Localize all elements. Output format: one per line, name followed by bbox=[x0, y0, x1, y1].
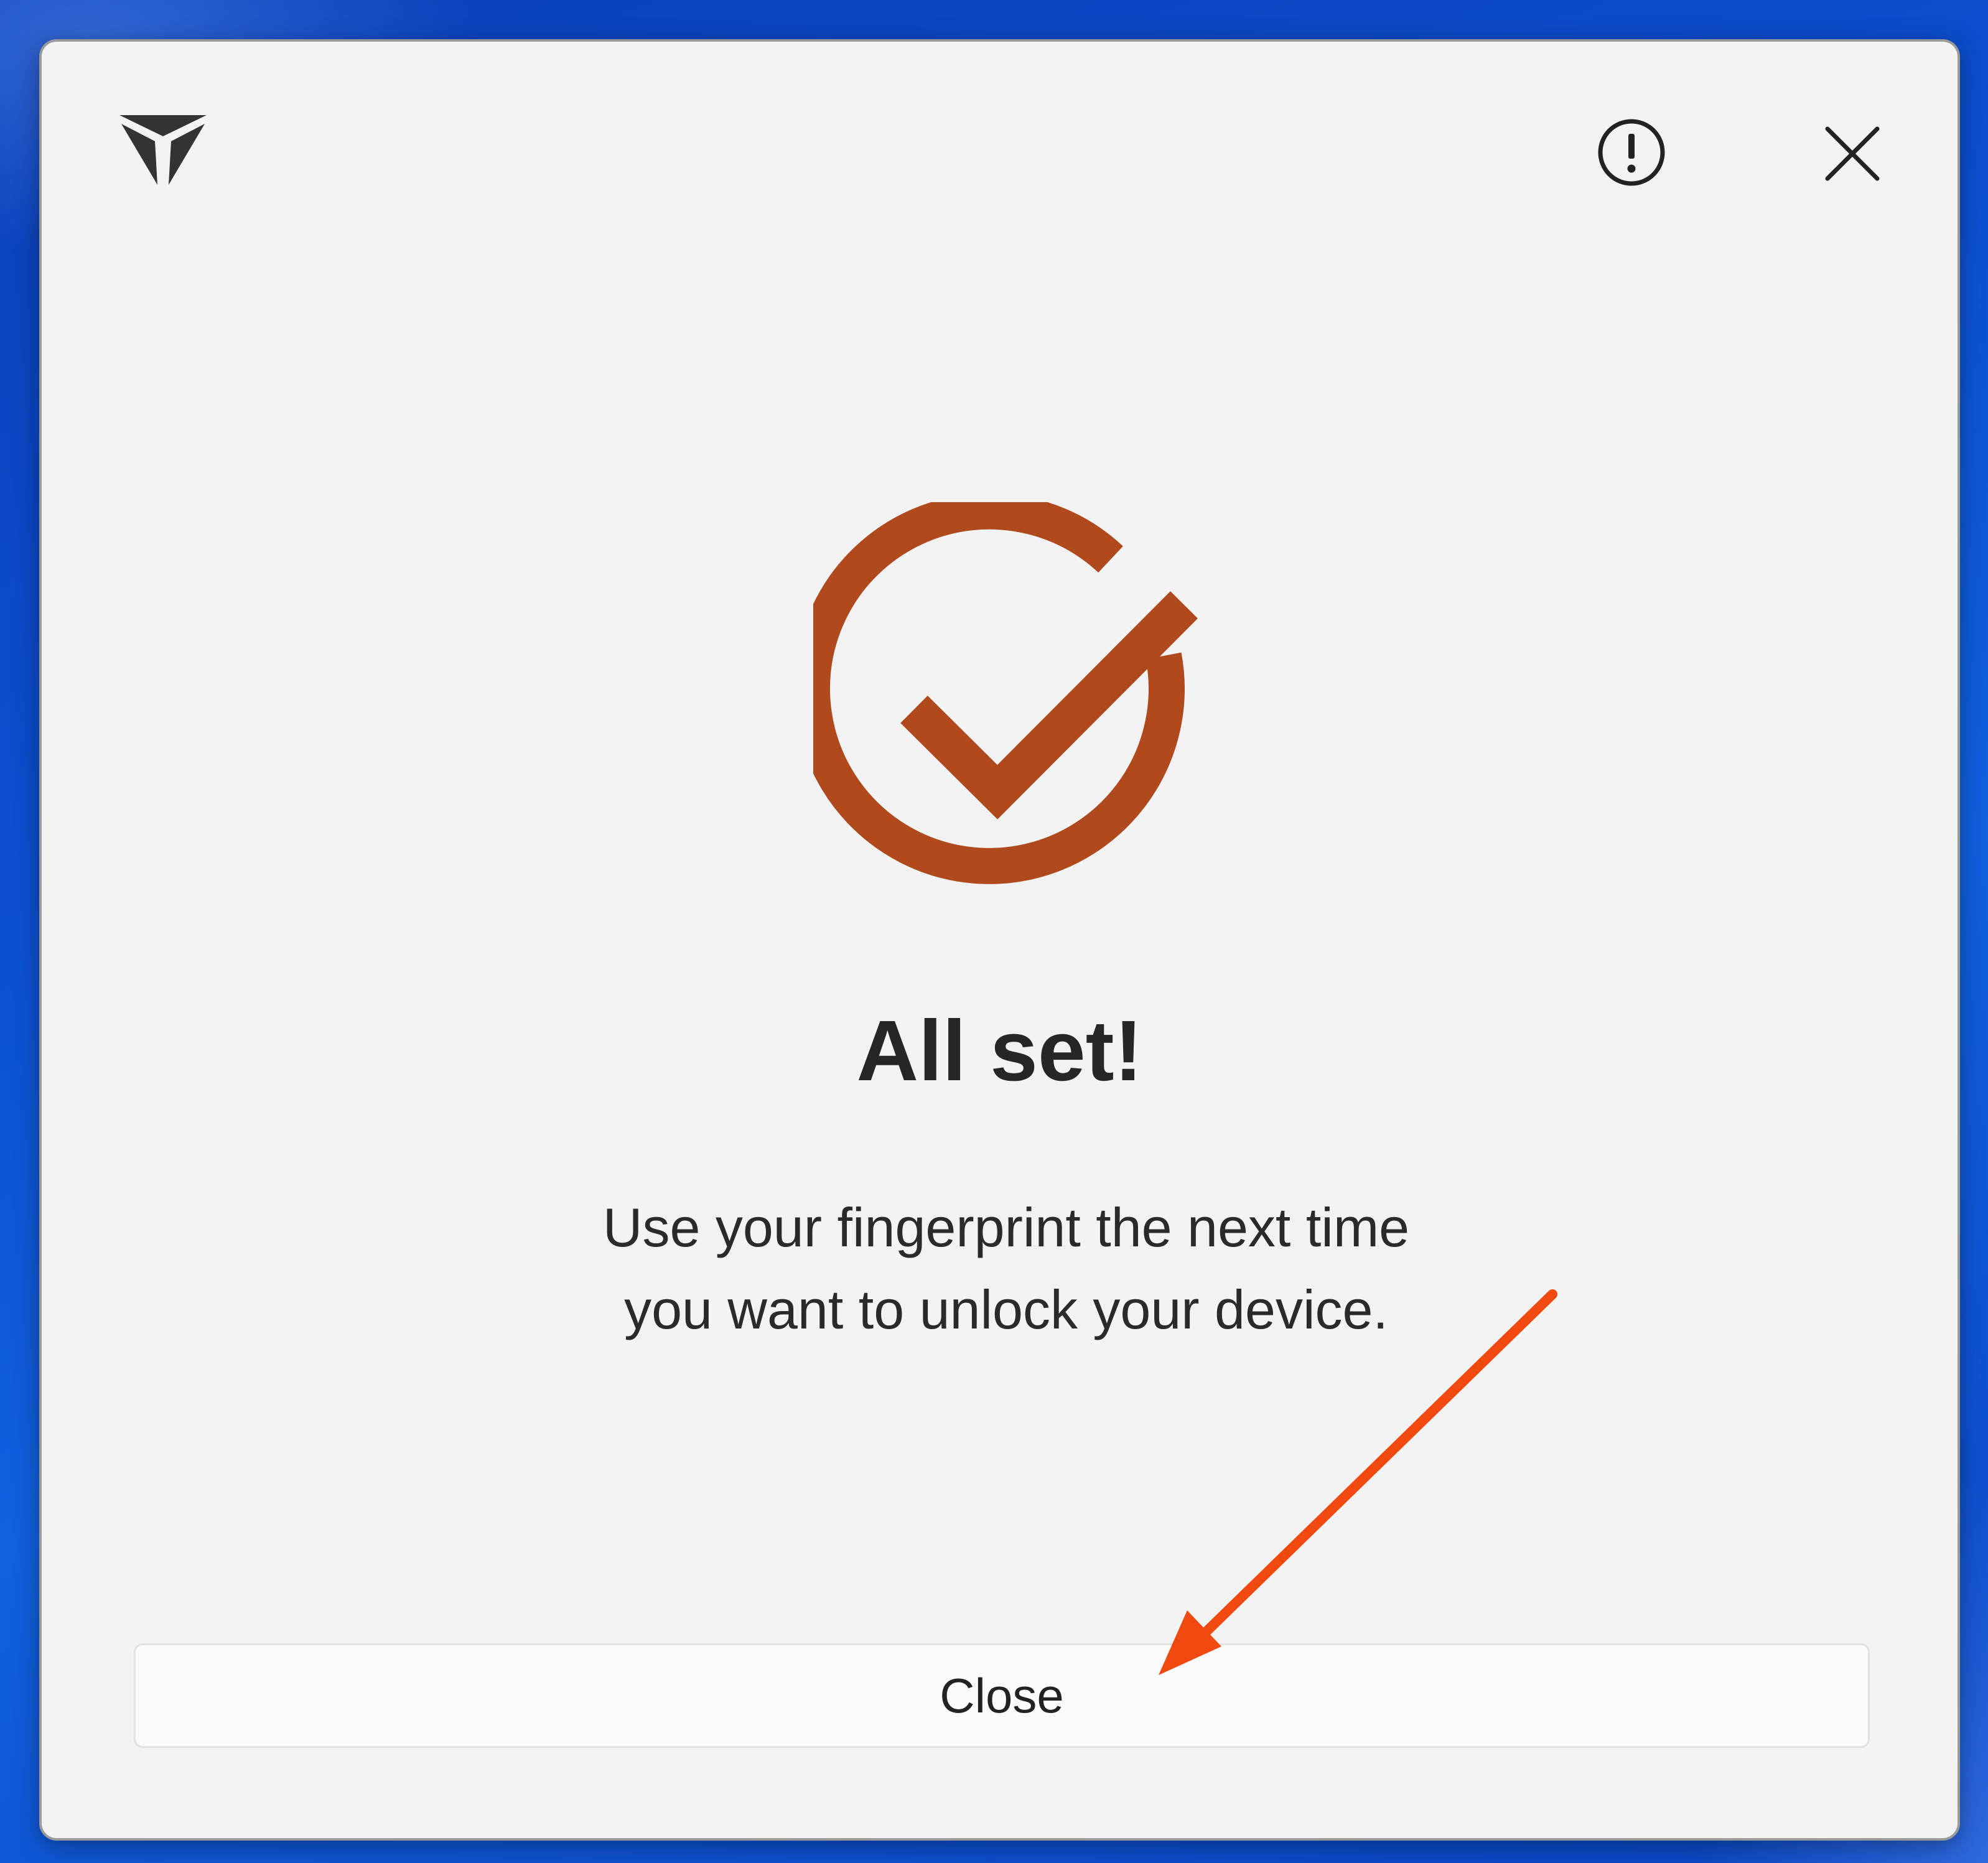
close-window-button[interactable] bbox=[1803, 104, 1902, 203]
dialog-message: Use your fingerprint the next time you w… bbox=[477, 1187, 1535, 1351]
checkmark-circle-icon bbox=[793, 493, 1236, 925]
brand-logo-icon bbox=[116, 110, 210, 191]
info-icon bbox=[1598, 119, 1665, 186]
close-icon bbox=[1825, 126, 1880, 181]
dialog-title: All set! bbox=[856, 1003, 1143, 1099]
close-button[interactable]: Close bbox=[134, 1643, 1870, 1748]
info-button[interactable] bbox=[1582, 103, 1681, 202]
fingerprint-setup-dialog: All set! Use your fingerprint the next t… bbox=[39, 39, 1960, 1841]
message-line-1: Use your fingerprint the next time bbox=[602, 1197, 1410, 1258]
message-line-2: you want to unlock your device. bbox=[624, 1279, 1388, 1340]
